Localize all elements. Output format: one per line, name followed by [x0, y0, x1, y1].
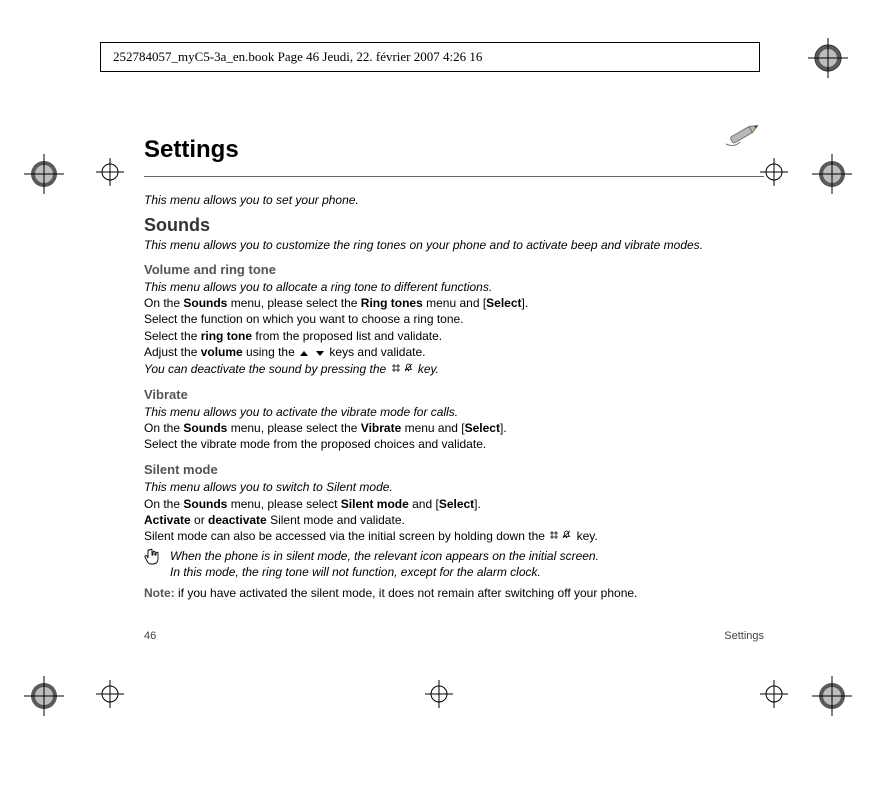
up-arrow-key-icon	[300, 344, 308, 360]
hand-pointer-icon	[144, 548, 162, 580]
crop-mark-top-right	[812, 42, 844, 74]
vibrate-line2: On the Sounds menu, please select the Vi…	[144, 420, 764, 436]
crop-header-text-box: 252784057_myC5-3a_en.book Page 46 Jeudi,…	[100, 42, 760, 72]
crop-mark-lower-left-inner	[96, 680, 124, 708]
page-intro: This menu allows you to set your phone.	[144, 193, 764, 207]
crop-mark-upper-right-inner	[760, 158, 788, 186]
footer-section: Settings	[724, 630, 764, 642]
vibrate-line3: Select the vibrate mode from the propose…	[144, 436, 764, 452]
page-footer: 46 Settings	[144, 630, 764, 642]
crop-mark-upper-left-outer	[28, 158, 60, 190]
silent-line3: Activate or deactivate Silent mode and v…	[144, 512, 764, 528]
crop-mark-lower-right-outer	[816, 680, 848, 712]
crop-mark-lower-center	[425, 680, 453, 708]
page-title: Settings	[144, 136, 239, 164]
hash-key-icon-2	[550, 530, 558, 544]
volume-line4: Select the ring tone from the proposed l…	[144, 328, 764, 344]
volume-line1: This menu allows you to allocate a ring …	[144, 279, 764, 295]
crop-mark-lower-left-outer	[28, 680, 60, 712]
silent-note-line2: In this mode, the ring tone will not fun…	[170, 564, 599, 580]
crop-header-text: 252784057_myC5-3a_en.book Page 46 Jeudi,…	[113, 49, 482, 64]
silent-heading: Silent mode	[144, 462, 764, 477]
mute-bell-key-icon	[404, 363, 413, 377]
vibrate-line1: This menu allows you to activate the vib…	[144, 404, 764, 420]
page-number: 46	[144, 630, 156, 642]
volume-line2: On the Sounds menu, please select the Ri…	[144, 295, 764, 311]
settings-pen-icon	[724, 120, 764, 148]
sounds-heading: Sounds	[144, 215, 764, 236]
silent-line5: Note: if you have activated the silent m…	[144, 585, 764, 601]
page-content: Settings This menu allows you to set you…	[144, 120, 764, 601]
silent-note-line1: When the phone is in silent mode, the re…	[170, 548, 599, 564]
volume-heading: Volume and ring tone	[144, 262, 764, 277]
silent-note: When the phone is in silent mode, the re…	[144, 548, 764, 580]
hash-key-icon	[392, 363, 400, 377]
down-arrow-key-icon	[312, 344, 324, 360]
volume-line5: Adjust the volume using the keys and val…	[144, 344, 764, 361]
title-row: Settings	[144, 120, 764, 177]
crop-mark-lower-right-inner	[760, 680, 788, 708]
silent-line1: This menu allows you to switch to Silent…	[144, 479, 764, 495]
sounds-intro: This menu allows you to customize the ri…	[144, 238, 764, 252]
silent-line2: On the Sounds menu, please select Silent…	[144, 496, 764, 512]
volume-line3: Select the function on which you want to…	[144, 311, 764, 327]
crop-mark-upper-right-outer	[816, 158, 848, 190]
crop-mark-upper-left-inner	[96, 158, 124, 186]
mute-bell-key-icon-2	[562, 530, 571, 544]
silent-line4: Silent mode can also be accessed via the…	[144, 528, 764, 544]
vibrate-heading: Vibrate	[144, 387, 764, 402]
volume-line6: You can deactivate the sound by pressing…	[144, 361, 764, 377]
